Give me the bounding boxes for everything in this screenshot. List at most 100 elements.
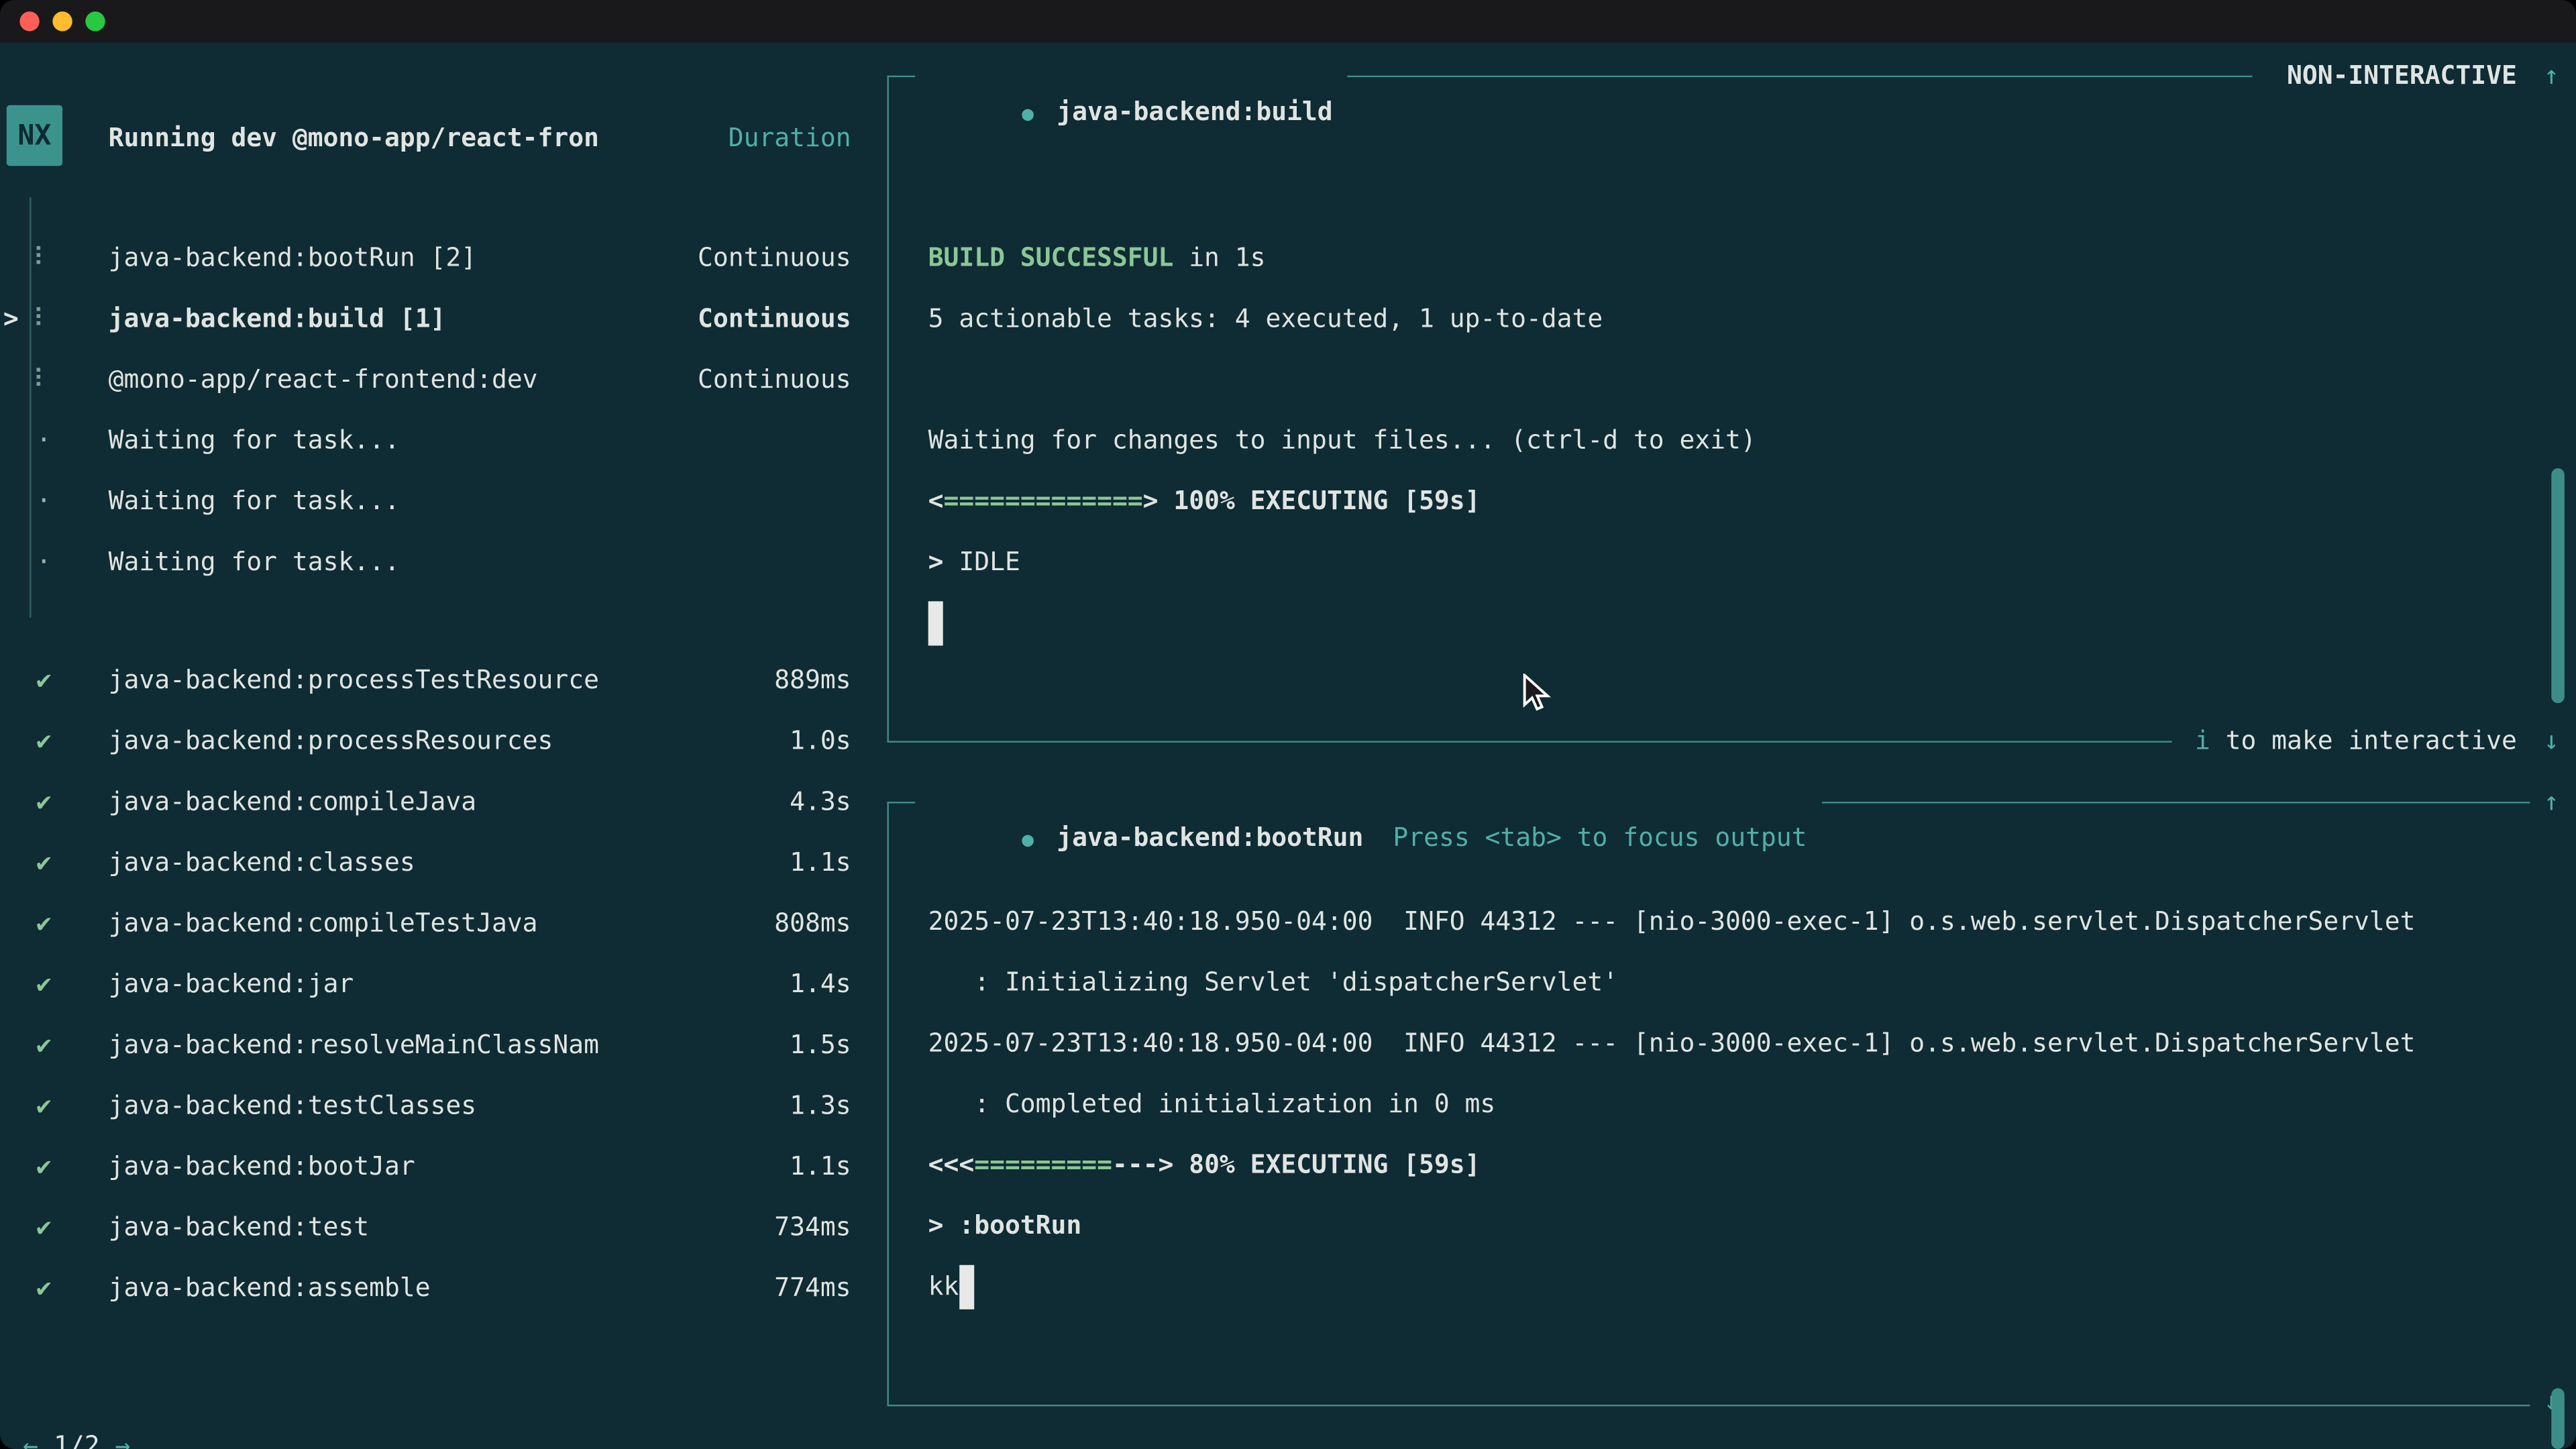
check-icon: ✔ bbox=[36, 1015, 52, 1076]
minimize-button[interactable] bbox=[52, 11, 72, 31]
check-icon: ✔ bbox=[36, 894, 52, 955]
terminal-text: > bbox=[1143, 486, 1159, 516]
completed-task-row[interactable]: ✔java-backend:jar1.4s bbox=[0, 955, 871, 1016]
task-label: java-backend:classes bbox=[109, 833, 415, 894]
terminal-text: < bbox=[928, 486, 944, 516]
zoom-button[interactable] bbox=[85, 11, 105, 31]
panel-bullet-icon: ● bbox=[1022, 102, 1034, 125]
task-rows: ⠇java-backend:bootRun [2]Continuous>⠇ jav… bbox=[0, 228, 871, 593]
check-icon: ✔ bbox=[36, 1076, 52, 1137]
task-label: java-backend:bootJar bbox=[109, 1137, 415, 1198]
completed-task-row[interactable]: ✔ java-backend:bootJar 1.1s bbox=[0, 1137, 871, 1198]
page-next-arrow-icon[interactable]: → bbox=[115, 1431, 131, 1449]
terminal-line: 2025-07-23T13:40:18.950-04:00 INFO 44312… bbox=[928, 892, 2555, 953]
task-duration: 1.0s bbox=[790, 711, 851, 772]
bootrun-panel-title: java-backend:bootRun bbox=[1057, 823, 1363, 853]
terminal-text: <<< bbox=[928, 1150, 975, 1179]
completed-task-row[interactable]: ✔java-backend:compileJava4.3s bbox=[0, 772, 871, 833]
terminal-line: <=============> 100% EXECUTING [59s] bbox=[928, 472, 2555, 533]
terminal-line bbox=[928, 350, 2555, 411]
task-label: java-backend:compileTestJava bbox=[109, 894, 538, 955]
bootrun-terminal-output[interactable]: 2025-07-23T13:40:18.950-04:00 INFO 44312… bbox=[928, 892, 2555, 1318]
terminal-text: in 1s bbox=[1173, 243, 1265, 272]
check-icon: ✔ bbox=[36, 1137, 52, 1198]
task-row[interactable]: ⠇@mono-app/react-frontend:devContinuous bbox=[0, 350, 871, 411]
terminal-line: <<<=========---> 80% EXECUTING [59s] bbox=[928, 1135, 2555, 1196]
task-row[interactable]: >⠇java-backend:build [1]Continuous bbox=[0, 289, 871, 350]
completed-task-row[interactable]: ✔java-backend:classes1.1s bbox=[0, 833, 871, 894]
task-label: java-backend:processTestResource bbox=[109, 651, 599, 712]
terminal-text: IDLE bbox=[959, 547, 1020, 577]
task-row[interactable]: · Waiting for task... bbox=[0, 411, 871, 472]
check-icon: ✔ bbox=[36, 772, 52, 833]
scrollbar-thumb[interactable] bbox=[2551, 468, 2565, 703]
task-list-title: Running dev @mono-app/react-fron bbox=[109, 118, 599, 158]
terminal-text: > bbox=[928, 547, 959, 577]
running-spinner-icon: ⠇ bbox=[33, 228, 52, 289]
completed-task-row[interactable]: ✔ java-backend:test 734ms bbox=[0, 1197, 871, 1258]
task-duration: 1.4s bbox=[790, 955, 851, 1016]
check-icon: ✔ bbox=[36, 1197, 52, 1258]
task-duration: 1.1s bbox=[790, 1137, 851, 1198]
page-prev-arrow-icon[interactable]: ← bbox=[23, 1431, 38, 1449]
task-label: java-backend:resolveMainClassNam bbox=[109, 1015, 599, 1076]
terminal-line: 2025-07-23T13:40:18.950-04:00 INFO 44312… bbox=[928, 1014, 2555, 1075]
completed-task-row[interactable]: ✔java-backend:compileTestJava808ms bbox=[0, 894, 871, 955]
scroll-up-icon[interactable]: ↑ bbox=[2536, 784, 2566, 820]
close-button[interactable] bbox=[19, 11, 39, 31]
completed-task-row[interactable]: ✔java-backend:processResources1.0s bbox=[0, 711, 871, 772]
screen: NX Running dev @mono-app/react-fron Dura… bbox=[0, 0, 2576, 1449]
build-panel-bottom-border bbox=[887, 741, 2171, 742]
waiting-dot-icon: · bbox=[36, 532, 52, 593]
bootrun-panel-bottom-border bbox=[887, 1405, 2530, 1406]
task-duration: 774ms bbox=[774, 1258, 851, 1320]
completed-task-row[interactable]: ✔java-backend:resolveMainClassNam1.5s bbox=[0, 1015, 871, 1076]
task-duration: 734ms bbox=[774, 1197, 851, 1258]
terminal-text: 100% EXECUTING [59s] bbox=[1159, 486, 1481, 516]
build-panel-header: ●java-backend:build bbox=[915, 58, 1348, 94]
build-terminal-output[interactable]: BUILD SUCCESSFUL in 1s5 actionable tasks… bbox=[928, 228, 2555, 653]
titlebar bbox=[0, 0, 2576, 43]
task-label: java-backend:testClasses bbox=[109, 1076, 476, 1137]
scrollbar-thumb[interactable] bbox=[2551, 1388, 2565, 1449]
terminal-text: 80% EXECUTING [59s] bbox=[1173, 1150, 1480, 1179]
task-duration: 1.1s bbox=[790, 833, 851, 894]
task-label: Waiting for task... bbox=[109, 411, 400, 472]
task-label: java-backend:assemble bbox=[109, 1258, 431, 1320]
completed-task-row[interactable]: ✔java-backend:assemble774ms bbox=[0, 1258, 871, 1320]
completed-task-row[interactable]: ✔java-backend:processTestResource889ms bbox=[0, 651, 871, 712]
terminal-line: BUILD SUCCESSFUL in 1s bbox=[928, 228, 2555, 289]
task-label: java-backend:build [1] bbox=[109, 289, 446, 350]
task-label: @mono-app/react-frontend:dev bbox=[109, 350, 538, 411]
scroll-down-icon[interactable]: ↓ bbox=[2536, 723, 2566, 759]
task-label: java-backend:test bbox=[109, 1197, 370, 1258]
task-label: java-backend:processResources bbox=[109, 711, 553, 772]
task-row[interactable]: ⠇java-backend:bootRun [2]Continuous bbox=[0, 228, 871, 289]
task-duration: 1.3s bbox=[790, 1076, 851, 1137]
waiting-dot-icon: · bbox=[36, 411, 52, 472]
task-status: Continuous bbox=[698, 289, 851, 350]
check-icon: ✔ bbox=[36, 651, 52, 712]
build-panel-left-border bbox=[887, 76, 888, 741]
completed-task-row[interactable]: ✔ java-backend:testClasses 1.3s bbox=[0, 1076, 871, 1137]
page-number: 1/2 bbox=[54, 1431, 100, 1449]
terminal-window: NX Running dev @mono-app/react-fron Dura… bbox=[0, 0, 2576, 1449]
task-label: Waiting for task... bbox=[109, 532, 400, 593]
terminal-line: Waiting for changes to input files... (c… bbox=[928, 411, 2555, 472]
terminal-text: : Initializing Servlet 'dispatcherServle… bbox=[928, 967, 1618, 997]
task-status: Continuous bbox=[698, 228, 851, 289]
selected-task-arrow-icon: > bbox=[3, 289, 19, 350]
terminal-text: kk bbox=[928, 1272, 959, 1301]
terminal-text: > :bootRun bbox=[928, 1211, 1082, 1240]
terminal-line: kk bbox=[928, 1256, 2555, 1318]
interactive-hint: i to make interactive bbox=[2195, 723, 2517, 759]
pagination: ← 1/2 → bbox=[23, 1426, 130, 1449]
task-label: java-backend:compileJava bbox=[109, 772, 476, 833]
terminal-text: 2025-07-23T13:40:18.950-04:00 INFO 44312… bbox=[928, 907, 2416, 936]
terminal-text: ---> bbox=[1112, 1150, 1173, 1179]
terminal-line: : Completed initialization in 0 ms bbox=[928, 1075, 2555, 1136]
task-row[interactable]: ·Waiting for task... bbox=[0, 472, 871, 533]
task-row[interactable]: · Waiting for task... bbox=[0, 532, 871, 593]
scroll-up-icon[interactable]: ↑ bbox=[2536, 58, 2566, 94]
terminal-text: BUILD SUCCESSFUL bbox=[928, 243, 1174, 272]
